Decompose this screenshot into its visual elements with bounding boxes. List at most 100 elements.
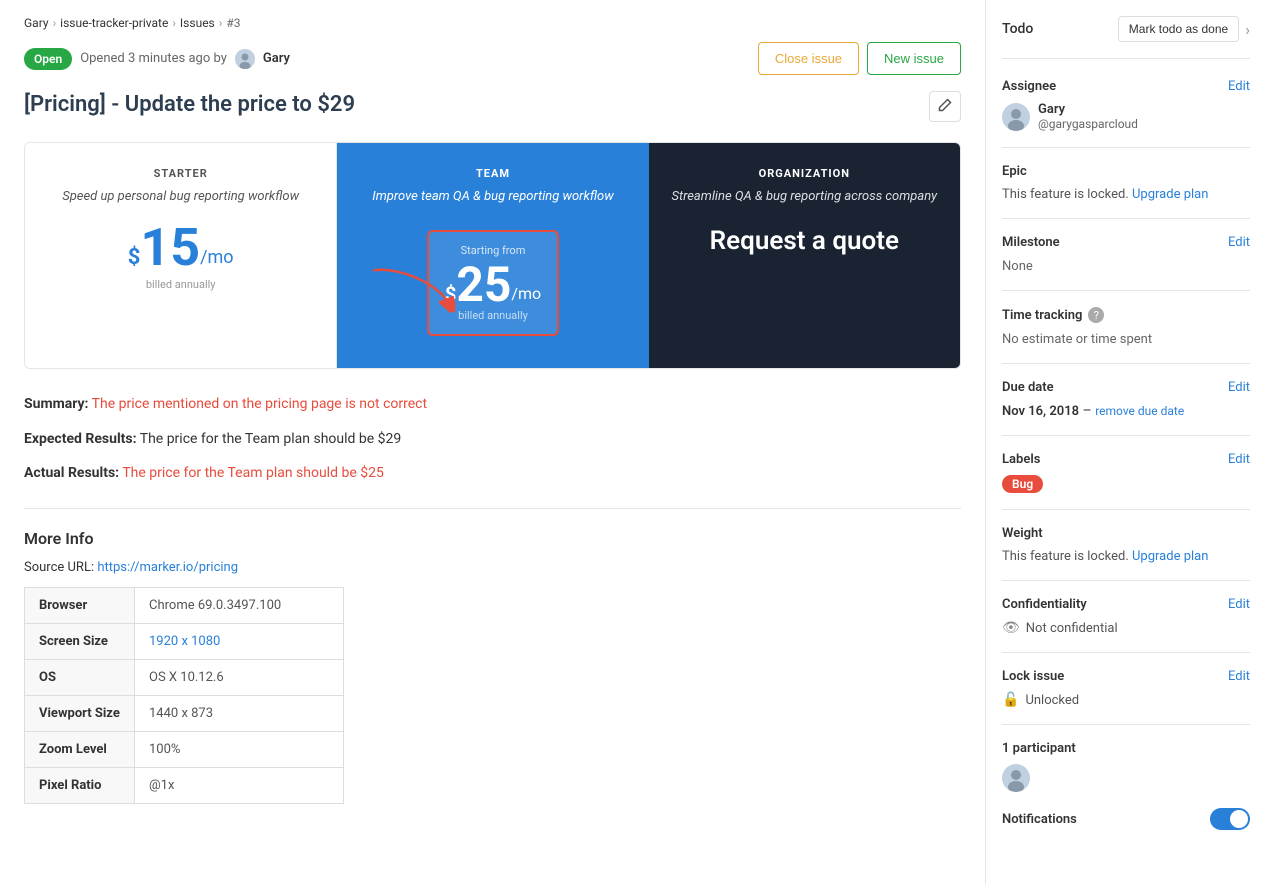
table-value: Chrome 69.0.3497.100 — [135, 588, 344, 624]
participant-avatar — [1002, 764, 1030, 792]
epic-label: Epic — [1002, 164, 1027, 179]
labels-edit-link[interactable]: Edit — [1228, 452, 1250, 467]
chevron-right-icon: › — [1245, 20, 1250, 39]
confidentiality-value: Not confidential — [1026, 621, 1118, 636]
confidentiality-value-row: 👁 Not confidential — [1002, 620, 1250, 636]
table-row: OSOS X 10.12.6 — [25, 660, 344, 696]
pricing-team: TEAM Improve team QA & bug reporting wor… — [337, 143, 648, 368]
time-tracking-info-icon[interactable]: ? — [1088, 307, 1104, 323]
table-key: OS — [25, 660, 135, 696]
breadcrumb-issue-num: #3 — [226, 16, 240, 30]
eye-icon: 👁 — [1002, 620, 1020, 636]
team-billed: billed annually — [445, 309, 541, 322]
lock-icon: 🔓 — [1002, 692, 1019, 708]
breadcrumb-user[interactable]: Gary — [24, 16, 49, 30]
lock-issue-label: Lock issue — [1002, 669, 1064, 684]
weight-upgrade-link[interactable]: Upgrade plan — [1132, 549, 1208, 564]
weight-section: Weight This feature is locked. Upgrade p… — [1002, 526, 1250, 581]
mark-todo-done-button[interactable]: Mark todo as done — [1118, 16, 1239, 42]
team-desc: Improve team QA & bug reporting workflow — [357, 188, 628, 206]
participants-label: 1 participant — [1002, 741, 1250, 756]
table-row: BrowserChrome 69.0.3497.100 — [25, 588, 344, 624]
table-row: Viewport Size1440 x 873 — [25, 696, 344, 732]
assignee-handle: @garygasparcloud — [1038, 117, 1138, 131]
table-row: Screen Size1920 x 1080 — [25, 624, 344, 660]
pricing-org: ORGANIZATION Streamline QA & bug reporti… — [649, 143, 960, 368]
table-key: Pixel Ratio — [25, 768, 135, 804]
epic-upgrade-link[interactable]: Upgrade plan — [1132, 187, 1208, 202]
milestone-value: None — [1002, 259, 1033, 274]
due-date-edit-link[interactable]: Edit — [1228, 380, 1250, 395]
table-value: OS X 10.12.6 — [135, 660, 344, 696]
new-issue-button[interactable]: New issue — [867, 42, 961, 75]
milestone-label: Milestone — [1002, 235, 1060, 250]
author-name: Gary — [263, 51, 290, 66]
table-key: Zoom Level — [25, 732, 135, 768]
assignee-edit-link[interactable]: Edit — [1228, 79, 1250, 94]
remove-due-date-link[interactable]: remove due date — [1095, 404, 1184, 418]
author-avatar — [235, 49, 255, 69]
table-value: 1920 x 1080 — [135, 624, 344, 660]
confidentiality-label: Confidentiality — [1002, 597, 1087, 612]
participants-section: 1 participant — [1002, 741, 1250, 792]
table-key: Browser — [25, 588, 135, 624]
lock-issue-edit-link[interactable]: Edit — [1228, 669, 1250, 684]
issue-meta: Open Opened 3 minutes ago by Gary — [24, 48, 290, 70]
edit-title-button[interactable] — [929, 91, 961, 122]
weight-label: Weight — [1002, 526, 1043, 541]
due-date-section: Due date Edit Nov 16, 2018 – remove due … — [1002, 380, 1250, 436]
starter-label: STARTER — [45, 167, 316, 180]
assignee-info: Gary @garygasparcloud — [1002, 102, 1250, 131]
table-row: Zoom Level100% — [25, 732, 344, 768]
epic-locked: This feature is locked. Upgrade plan — [1002, 187, 1250, 202]
pricing-starter: STARTER Speed up personal bug reporting … — [25, 143, 337, 368]
starter-desc: Speed up personal bug reporting workflow — [45, 188, 316, 206]
milestone-edit-link[interactable]: Edit — [1228, 235, 1250, 250]
todo-label: Todo — [1002, 21, 1033, 37]
summary-line: Summary: The price mentioned on the pric… — [24, 393, 961, 415]
labels-section: Labels Edit Bug — [1002, 452, 1250, 510]
actual-line: Actual Results: The price for the Team p… — [24, 462, 961, 484]
org-label: ORGANIZATION — [669, 167, 940, 180]
table-value: 100% — [135, 732, 344, 768]
due-date-label: Due date — [1002, 380, 1054, 395]
issue-opened-text: Opened 3 minutes ago by — [80, 51, 227, 66]
assignee-label: Assignee — [1002, 79, 1056, 94]
divider — [24, 508, 961, 509]
source-url-row: Source URL: https://marker.io/pricing — [24, 560, 961, 575]
toggle-check-icon: ✓ — [1238, 814, 1246, 825]
notifications-toggle[interactable]: ✓ — [1210, 808, 1250, 830]
starter-price: $ 15 /mo — [45, 222, 316, 274]
issue-title-row: [Pricing] - Update the price to $29 — [24, 91, 961, 122]
todo-section: Todo Mark todo as done › — [1002, 16, 1250, 59]
status-badge: Open — [24, 48, 72, 70]
table-value: 1440 x 873 — [135, 696, 344, 732]
close-issue-button[interactable]: Close issue — [758, 42, 859, 75]
org-quote: Request a quote — [669, 226, 940, 256]
table-row: Pixel Ratio@1x — [25, 768, 344, 804]
starter-billed: billed annually — [45, 278, 316, 291]
more-info-title: More Info — [24, 529, 961, 548]
table-value: @1x — [135, 768, 344, 804]
confidentiality-edit-link[interactable]: Edit — [1228, 597, 1250, 612]
breadcrumb-section[interactable]: Issues — [180, 16, 215, 30]
team-label: TEAM — [357, 167, 628, 180]
source-url-link[interactable]: https://marker.io/pricing — [97, 560, 238, 575]
assignee-avatar — [1002, 103, 1030, 131]
expected-line: Expected Results: The price for the Team… — [24, 428, 961, 450]
milestone-section: Milestone Edit None — [1002, 235, 1250, 291]
breadcrumb: Gary › issue-tracker-private › Issues › … — [24, 16, 961, 30]
breadcrumb-repo[interactable]: issue-tracker-private — [60, 16, 168, 30]
time-tracking-label: Time tracking — [1002, 308, 1082, 323]
issue-header: Open Opened 3 minutes ago by Gary Close … — [24, 42, 961, 75]
notifications-row: Notifications ✓ — [1002, 808, 1250, 830]
assignee-section: Assignee Edit Gary @garygasparcloud — [1002, 79, 1250, 148]
epic-section: Epic This feature is locked. Upgrade pla… — [1002, 164, 1250, 219]
lock-issue-value-row: 🔓 Unlocked — [1002, 692, 1250, 708]
time-tracking-value: No estimate or time spent — [1002, 332, 1152, 347]
lock-issue-value: Unlocked — [1025, 693, 1079, 708]
org-desc: Streamline QA & bug reporting across com… — [669, 188, 940, 206]
more-info-section: More Info Source URL: https://marker.io/… — [24, 529, 961, 804]
confidentiality-section: Confidentiality Edit 👁 Not confidential — [1002, 597, 1250, 653]
assignee-name: Gary — [1038, 102, 1138, 117]
